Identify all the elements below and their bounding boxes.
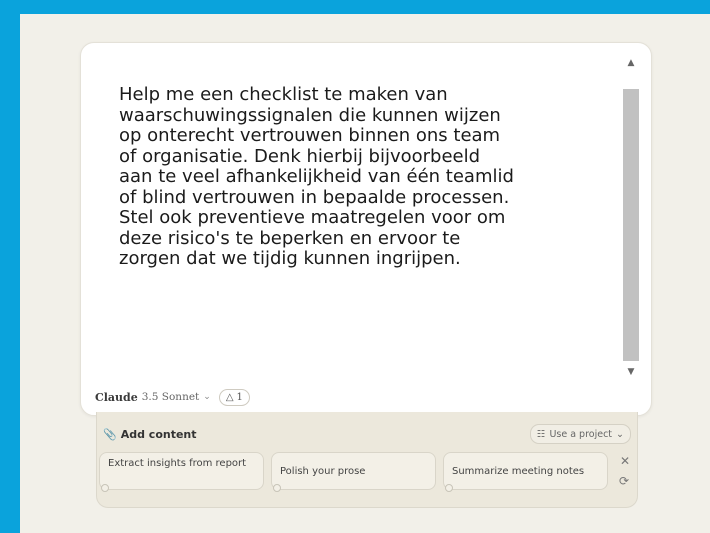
chip-corner-icon bbox=[101, 484, 109, 492]
prompt-scrollbar[interactable]: ▲ ▼ bbox=[623, 55, 639, 380]
suggestion-chip[interactable]: Summarize meeting notes bbox=[443, 452, 608, 492]
suggestion-chip[interactable]: Extract insights from report bbox=[99, 452, 264, 492]
chevron-down-icon: ⌄ bbox=[616, 428, 624, 440]
person-icon: △ bbox=[225, 391, 234, 403]
add-content-button[interactable]: 📎 Add content bbox=[103, 428, 197, 441]
close-icon[interactable]: ✕ bbox=[620, 454, 630, 468]
use-project-button[interactable]: ☷ Use a project ⌄ bbox=[529, 424, 631, 444]
project-icon: ☷ bbox=[536, 428, 546, 440]
window-frame-left bbox=[0, 0, 20, 533]
suggestion-label: Summarize meeting notes bbox=[452, 466, 585, 477]
scroll-down-icon[interactable]: ▼ bbox=[623, 364, 639, 380]
model-name: Claude bbox=[95, 390, 138, 404]
refresh-icon[interactable]: ⟳ bbox=[619, 474, 629, 488]
suggestion-chip[interactable]: Polish your prose bbox=[271, 452, 436, 492]
attachment-count-badge[interactable]: △ 1 bbox=[218, 388, 250, 406]
page-background: Help me een checklist te maken van waars… bbox=[20, 14, 710, 533]
suggestion-label: Polish your prose bbox=[280, 466, 366, 477]
window-frame-top bbox=[0, 0, 710, 14]
chip-corner-icon bbox=[273, 484, 281, 492]
scroll-thumb[interactable] bbox=[623, 89, 639, 361]
add-content-label: Add content bbox=[120, 428, 197, 441]
chevron-down-icon: ⌄ bbox=[203, 392, 211, 402]
paperclip-icon: 📎 bbox=[103, 428, 117, 441]
suggestion-label: Extract insights from report bbox=[108, 458, 247, 469]
attachment-count: 1 bbox=[236, 391, 243, 403]
model-selector[interactable]: Claude 3.5 Sonnet ⌄ △ 1 bbox=[95, 387, 250, 407]
chip-corner-icon bbox=[445, 484, 453, 492]
scroll-up-icon[interactable]: ▲ bbox=[623, 55, 639, 71]
prompt-textarea[interactable]: Help me een checklist te maken van waars… bbox=[119, 84, 589, 270]
prompt-panel: Help me een checklist te maken van waars… bbox=[80, 42, 652, 416]
model-version: 3.5 Sonnet bbox=[141, 391, 200, 403]
use-project-label: Use a project bbox=[549, 428, 613, 440]
content-tray: 📎 Add content ☷ Use a project ⌄ Extract … bbox=[96, 412, 638, 508]
